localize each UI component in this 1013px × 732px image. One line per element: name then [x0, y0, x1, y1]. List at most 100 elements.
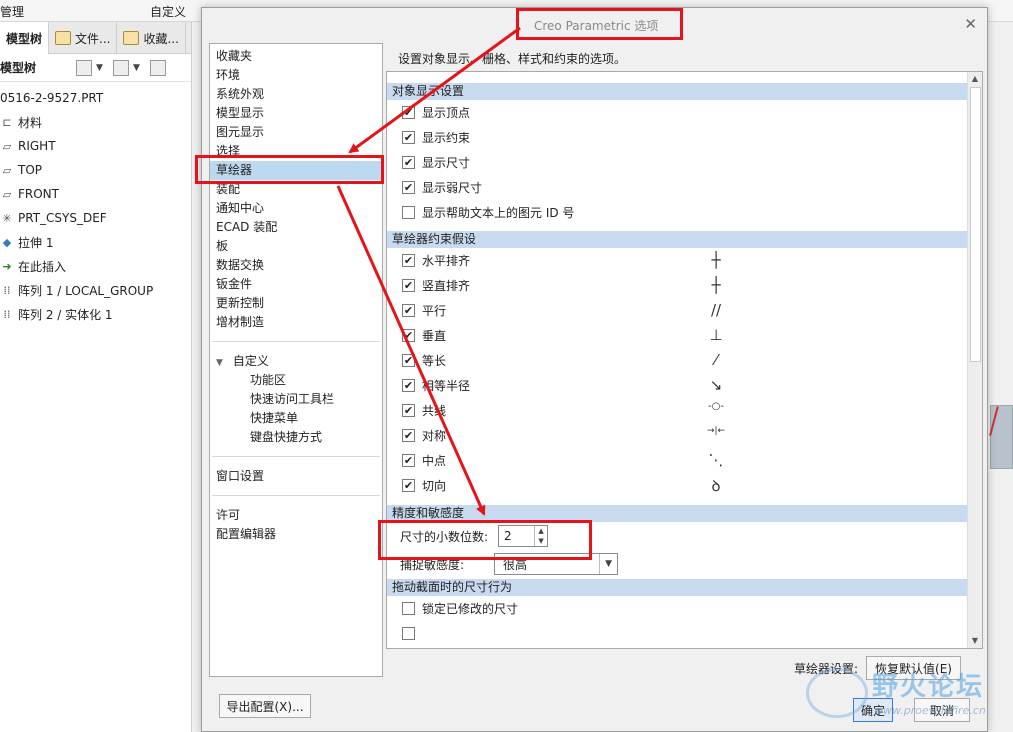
category-config-editor[interactable]: 配置编辑器 [210, 525, 382, 544]
restore-defaults-button[interactable]: 恢复默认值(E) [866, 656, 961, 680]
chevron-down-icon[interactable]: ▼ [96, 63, 103, 73]
tree-item-pattern-1[interactable]: ⁞⁞ 阵列 1 / LOCAL_GROUP [0, 278, 191, 302]
category-favorites[interactable]: 收藏夹 [210, 47, 382, 66]
category-quick-access-toolbar[interactable]: 快速访问工具栏 [210, 390, 382, 409]
divider [212, 341, 380, 342]
checkbox[interactable]: ✔ [402, 131, 415, 144]
option-partially-hidden[interactable] [387, 621, 982, 646]
checkbox[interactable]: ✔ [402, 379, 415, 392]
category-license[interactable]: 许可 [210, 506, 382, 525]
category-system-appearance[interactable]: 系统外观 [210, 85, 382, 104]
tree-item-csys[interactable]: ✳ PRT_CSYS_DEF [0, 206, 191, 230]
option-show-constraints[interactable]: ✔ 显示约束 [387, 125, 982, 150]
checkbox[interactable] [402, 206, 415, 219]
option-lock-modified-dims[interactable]: 锁定已修改的尺寸 [387, 596, 982, 621]
tree-item-material[interactable]: ⊏ 材料 [0, 110, 191, 134]
symmetric-constraint-icon: →|← [706, 426, 726, 436]
checkbox[interactable]: ✔ [402, 479, 415, 492]
vertical-scrollbar[interactable]: ▲ ▼ [967, 72, 982, 648]
tab-files[interactable]: 文件... [49, 22, 118, 54]
model-tree: 0516-2-9527.PRT ⊏ 材料 ▱ RIGHT ▱ TOP ▱ FRONT ✳… [0, 82, 191, 326]
category-model-display[interactable]: 模型显示 [210, 104, 382, 123]
option-equal-length[interactable]: ✔ 等长 ⁄ [387, 348, 982, 373]
tree-item-extrude[interactable]: ◆ 拉伸 1 [0, 230, 191, 254]
category-ribbon[interactable]: 功能区 [210, 371, 382, 390]
category-data-exchange[interactable]: 数据交换 [210, 256, 382, 275]
option-show-dimensions[interactable]: ✔ 显示尺寸 [387, 150, 982, 175]
category-customize[interactable]: ▼ 自定义 [210, 352, 382, 371]
option-symmetric[interactable]: ✔ 对称 →|← [387, 423, 982, 448]
tree-item-pattern-2[interactable]: ⁞⁞ 阵列 2 / 实体化 1 [0, 302, 191, 326]
tree-item-front[interactable]: ▱ FRONT [0, 182, 191, 206]
option-show-entity-id[interactable]: 显示帮助文本上的图元 ID 号 [387, 200, 982, 225]
navigator-panel: 模型树 文件... 收藏... 模型树 ▼ ▼ 0516-2-9527.PRT … [0, 22, 192, 732]
option-parallel[interactable]: ✔ 平行// [387, 298, 982, 323]
checkbox[interactable]: ✔ [402, 181, 415, 194]
scroll-up-icon[interactable]: ▲ [968, 72, 982, 86]
checkbox[interactable]: ✔ [402, 279, 415, 292]
category-window-settings[interactable]: 窗口设置 [210, 467, 382, 486]
checkbox[interactable]: ✔ [402, 429, 415, 442]
checkbox[interactable]: ✔ [402, 156, 415, 169]
checkbox[interactable]: ✔ [402, 329, 415, 342]
filter-icon[interactable] [149, 59, 166, 76]
tab-model-tree[interactable]: 模型树 [0, 22, 50, 54]
category-update-control[interactable]: 更新控制 [210, 294, 382, 313]
category-notification-center[interactable]: 通知中心 [210, 199, 382, 218]
category-keyboard-shortcuts[interactable]: 键盘快捷方式 [210, 428, 382, 447]
checkbox[interactable]: ✔ [402, 354, 415, 367]
sketcher-options-panel: 对象显示设置 ✔ 显示顶点 ✔ 显示约束 ✔ 显示尺寸 ✔ 显示弱尺寸 显示帮助文本上的… [386, 71, 983, 649]
category-group-main: 收藏夹 环境 系统外观 模型显示 图元显示 选择 草绘器 装配 通知中心 ECA… [210, 44, 382, 332]
tab-favorites[interactable]: 收藏... [117, 22, 186, 54]
option-perpendicular[interactable]: ✔ 垂直 ⊥ [387, 323, 982, 348]
scroll-thumb[interactable] [970, 87, 981, 362]
checkbox[interactable]: ✔ [402, 304, 415, 317]
category-ecad-assembly[interactable]: ECAD 装配 [210, 218, 382, 237]
option-tangent[interactable]: ✔ 切向 ꝺ [387, 473, 982, 498]
section-constraints: 草绘器约束假设 [387, 231, 982, 248]
category-additive-manufacturing[interactable]: 增材制造 [210, 313, 382, 332]
category-list: 收藏夹 环境 系统外观 模型显示 图元显示 选择 草绘器 装配 通知中心 ECA… [209, 43, 383, 677]
option-equal-radius[interactable]: ✔ 相等半径 ↘ [387, 373, 982, 398]
option-midpoint[interactable]: ✔ 中点 ⋱ [387, 448, 982, 473]
category-shortcut-menus[interactable]: 快捷菜单 [210, 409, 382, 428]
cancel-button[interactable]: 取消 [914, 698, 970, 722]
checkbox[interactable]: ✔ [402, 106, 415, 119]
option-vertical-align[interactable]: ✔ 竖直排齐 ┼ [387, 273, 982, 298]
category-sheetmetal[interactable]: 钣金件 [210, 275, 382, 294]
sketcher-settings-label: 草绘器设置: [794, 661, 859, 676]
option-show-weak-dimensions[interactable]: ✔ 显示弱尺寸 [387, 175, 982, 200]
tree-item-part[interactable]: 0516-2-9527.PRT [0, 86, 191, 110]
category-entity-display[interactable]: 图元显示 [210, 123, 382, 142]
tree-item-insert-here[interactable]: ➜ 在此插入 [0, 254, 191, 278]
option-show-vertices[interactable]: ✔ 显示顶点 [387, 100, 982, 125]
category-environment[interactable]: 环境 [210, 66, 382, 85]
section-drag-behavior: 拖动截面时的尺寸行为 [387, 579, 982, 596]
checkbox[interactable] [402, 627, 415, 640]
customize-menu[interactable]: 自定义 [150, 3, 186, 20]
show-icon[interactable] [112, 59, 129, 76]
option-horizontal-align[interactable]: ✔ 水平排齐 ┼ [387, 248, 982, 273]
close-icon[interactable]: ✕ [964, 15, 977, 33]
scroll-down-icon[interactable]: ▼ [968, 634, 982, 648]
option-collinear[interactable]: ✔ 共线 -○- [387, 398, 982, 423]
tree-item-right[interactable]: ▱ RIGHT [0, 134, 191, 158]
checkbox[interactable]: ✔ [402, 404, 415, 417]
annotation-box-decimal [378, 520, 592, 560]
options-dialog: Creo Parametric 选项 ✕ 收藏夹 环境 系统外观 模型显示 图元… [201, 7, 988, 732]
tree-settings-icon[interactable] [76, 59, 93, 76]
collapse-triangle-icon[interactable]: ▼ [216, 358, 223, 368]
horizontal-constraint-icon: ┼ [711, 251, 721, 269]
chevron-down-icon[interactable]: ▼ [599, 554, 617, 574]
tree-item-top[interactable]: ▱ TOP [0, 158, 191, 182]
checkbox[interactable] [402, 602, 415, 615]
checkbox[interactable]: ✔ [402, 254, 415, 267]
category-board[interactable]: 板 [210, 237, 382, 256]
chevron-down-icon[interactable]: ▼ [133, 63, 140, 73]
top-left-label[interactable]: 管理 [0, 3, 24, 20]
checkbox[interactable]: ✔ [402, 454, 415, 467]
annotation-box-sketcher [195, 155, 384, 184]
ok-button[interactable]: 确定 [853, 698, 893, 722]
collinear-constraint-icon: -○- [708, 401, 724, 412]
export-config-button[interactable]: 导出配置(X)... [219, 694, 311, 718]
